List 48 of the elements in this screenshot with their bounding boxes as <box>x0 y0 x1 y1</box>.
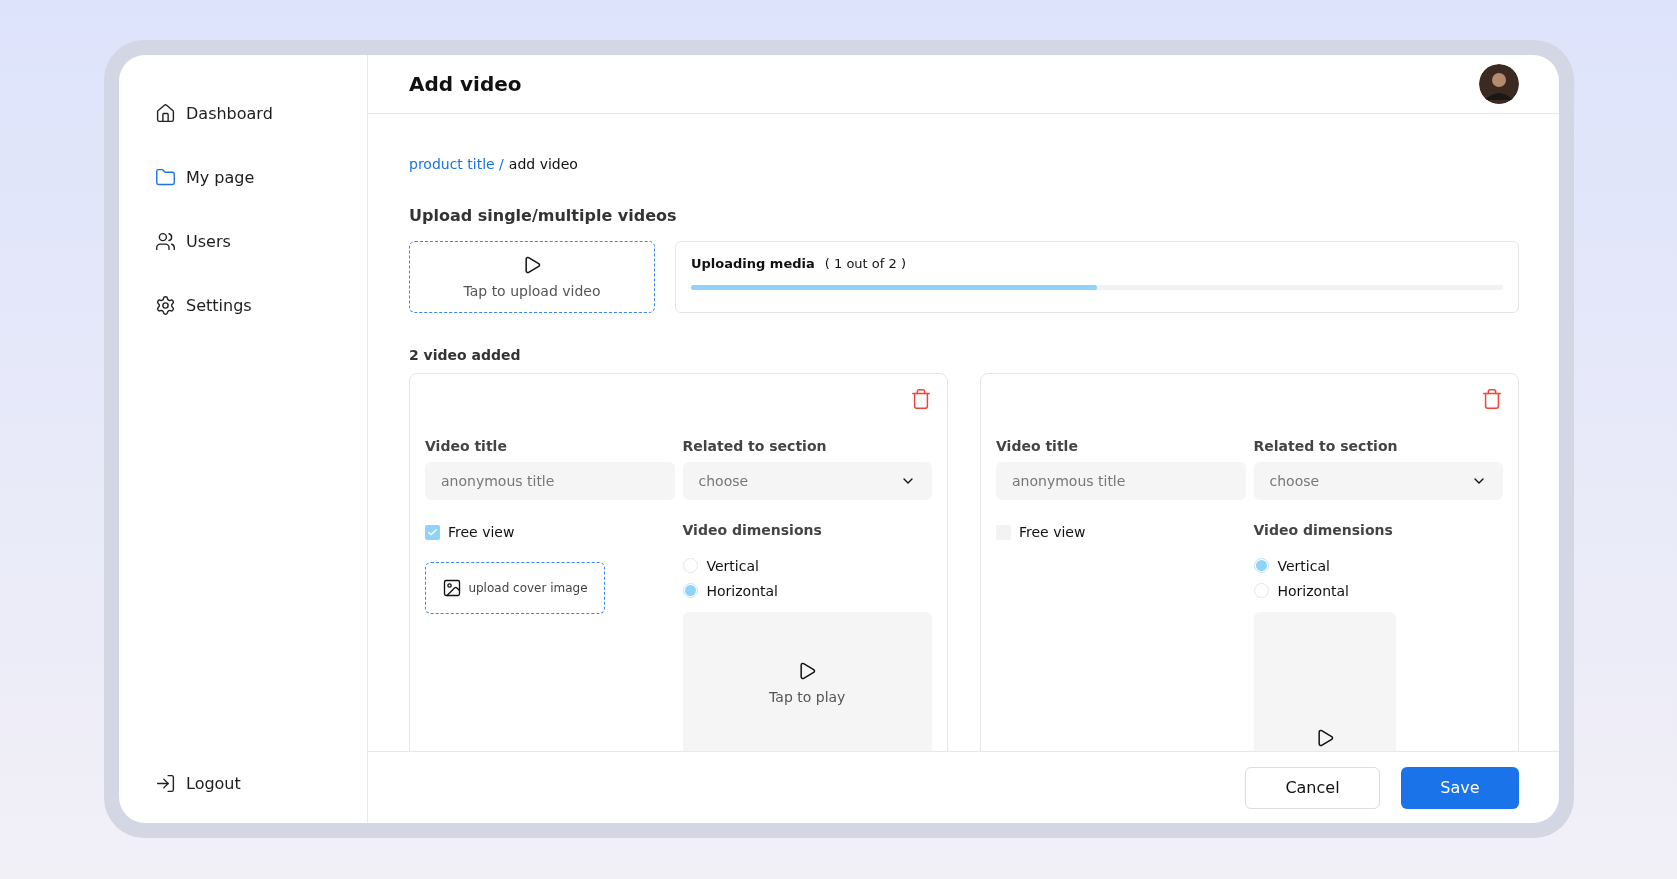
radio-label: Vertical <box>706 557 759 574</box>
image-icon <box>442 578 463 598</box>
sidebar-item[interactable]: My page <box>155 165 367 189</box>
video-preview[interactable]: Tap to play <box>682 612 932 751</box>
checkbox-label: Free view <box>448 524 515 540</box>
breadcrumb-current: add video <box>508 156 578 172</box>
sidebar-item[interactable]: Dashboard <box>155 101 367 125</box>
logout-icon <box>155 772 176 794</box>
checkbox[interactable] <box>425 524 440 540</box>
section-dropdown[interactable]: choose <box>1253 462 1503 500</box>
delete-icon[interactable] <box>910 388 932 410</box>
radio-label: Horizontal <box>706 582 778 599</box>
save-button[interactable]: Save <box>1401 766 1519 809</box>
sidebar-item[interactable]: Users <box>155 229 367 253</box>
video-title-field[interactable]: anonymous title <box>425 462 675 500</box>
field-label: Video dimensions <box>682 522 823 538</box>
play-icon <box>797 661 818 681</box>
upload-video-dropzone[interactable]: Tap to upload video <box>409 241 655 313</box>
radio-button[interactable] <box>682 583 698 598</box>
cancel-button[interactable]: Cancel <box>1245 766 1380 809</box>
settings-icon <box>155 294 176 316</box>
breadcrumb-link[interactable]: product title / <box>409 156 504 172</box>
avatar[interactable] <box>1479 64 1519 104</box>
radio-button[interactable] <box>1253 558 1269 573</box>
home-icon <box>155 102 176 124</box>
upload-cover-button[interactable]: upload cover image <box>425 562 605 614</box>
section-heading: Upload single/multiple videos <box>409 206 678 225</box>
logout-link[interactable]: Logout <box>155 771 367 795</box>
videos-count: 2 video added <box>409 347 522 363</box>
field-label: Video title <box>996 438 1079 454</box>
checkbox-label: Free view <box>1019 524 1086 540</box>
users-icon <box>155 230 176 252</box>
play-icon <box>522 255 542 275</box>
field-label: Related to section <box>1253 438 1399 454</box>
field-label: Related to section <box>682 438 828 454</box>
video-title-field[interactable]: anonymous title <box>996 462 1246 500</box>
radio-label: Vertical <box>1277 557 1330 574</box>
progress-title: Uploading media <box>691 256 815 271</box>
folder-icon <box>155 166 176 188</box>
radio-label: Horizontal <box>1277 582 1349 599</box>
sidebar-item[interactable]: Settings <box>155 293 367 317</box>
delete-icon[interactable] <box>1481 388 1503 410</box>
field-label: Video dimensions <box>1253 522 1394 538</box>
field-label: Video title <box>425 438 508 454</box>
check-icon <box>427 526 438 538</box>
page-title: Add video <box>409 72 522 96</box>
section-dropdown[interactable]: choose <box>682 462 932 500</box>
progress-count: ( 1 out of 2 ) <box>824 256 906 271</box>
